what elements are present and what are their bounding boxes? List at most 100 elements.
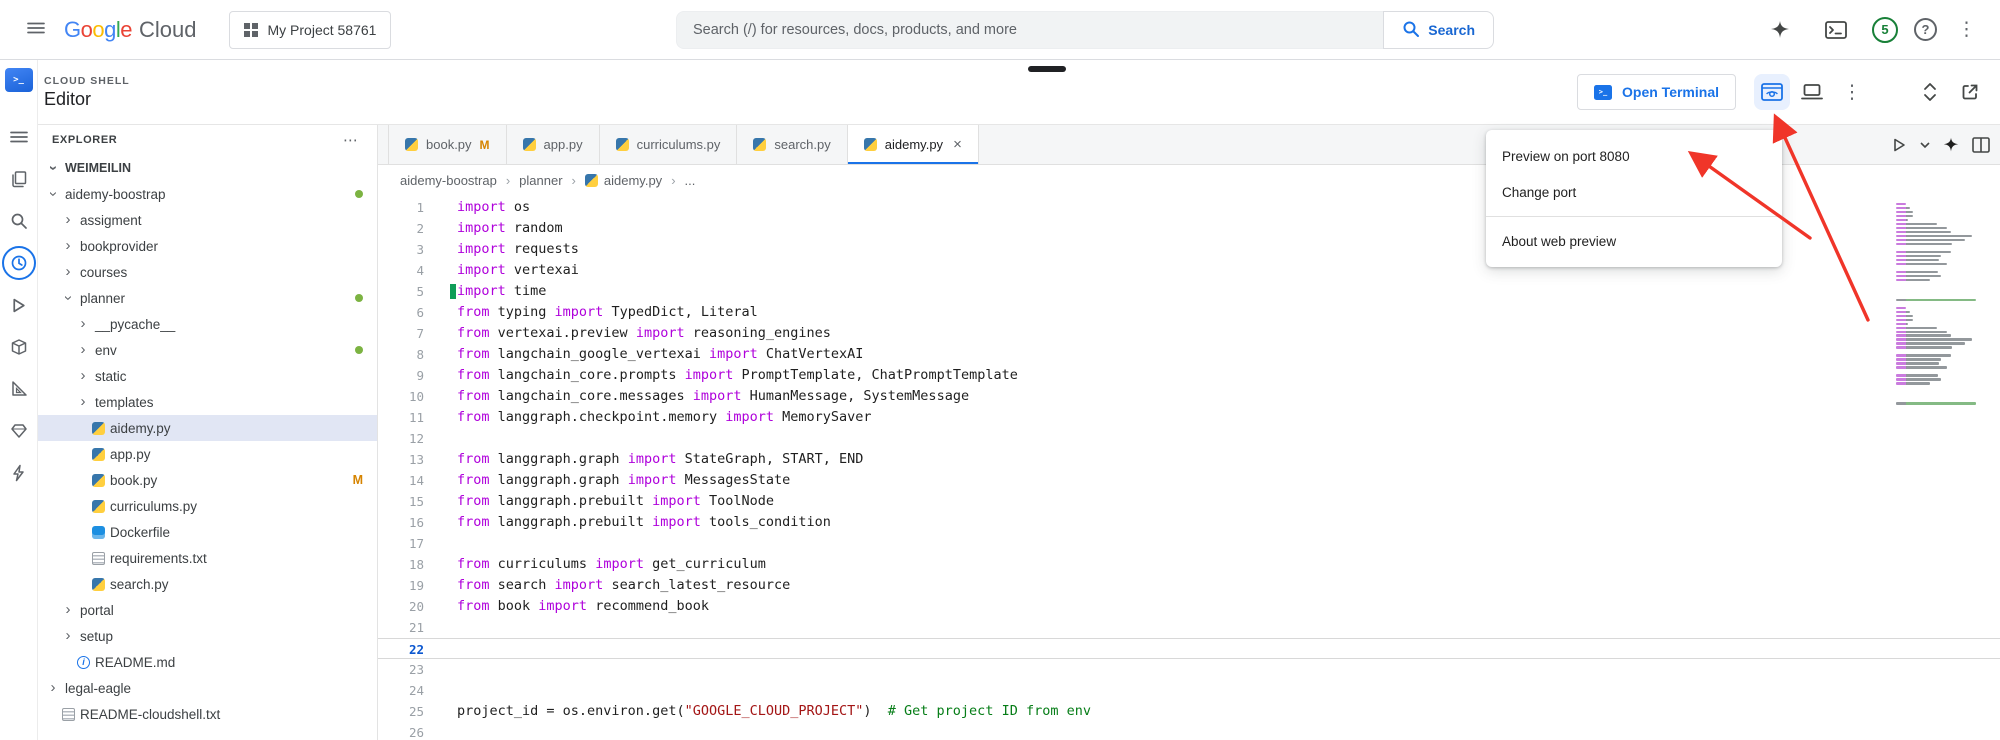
code-line-9[interactable]: 9from langchain_core.prompts import Prom… xyxy=(378,365,2000,386)
code-text: import os xyxy=(457,197,530,218)
code-line-8[interactable]: 8from langchain_google_vertexai import C… xyxy=(378,344,2000,365)
tree-file-requirements.txt[interactable]: requirements.txt xyxy=(38,545,377,571)
code-line-10[interactable]: 10from langchain_core.messages import Hu… xyxy=(378,386,2000,407)
split-editor-icon[interactable] xyxy=(1972,137,1990,153)
code-text: from langgraph.graph import MessagesStat… xyxy=(457,470,790,491)
tab-curriculums.py[interactable]: curriculums.py xyxy=(600,125,738,164)
code-line-21[interactable]: 21 xyxy=(378,617,2000,638)
help-button[interactable]: ? xyxy=(1914,18,1937,41)
python-icon xyxy=(92,578,105,591)
code-line-26[interactable]: 26 xyxy=(378,722,2000,740)
expand-collapse-button[interactable] xyxy=(1912,74,1948,110)
shell-title: Editor xyxy=(44,89,130,110)
main-menu-button[interactable] xyxy=(16,10,56,50)
minimap-line xyxy=(1896,402,1976,404)
shell-more-button[interactable]: ⋮ xyxy=(1834,74,1870,110)
devices-button[interactable] xyxy=(1794,74,1830,110)
tree-file-search.py[interactable]: search.py xyxy=(38,571,377,597)
search-input[interactable] xyxy=(676,11,1383,49)
code-line-6[interactable]: 6from typing import TypedDict, Literal xyxy=(378,302,2000,323)
tab-label: aidemy.py xyxy=(885,137,943,152)
close-icon[interactable]: × xyxy=(953,136,962,153)
breadcrumb-item[interactable]: ... xyxy=(685,173,696,188)
tree-folder-legal-eagle[interactable]: ›legal-eagle xyxy=(38,675,377,701)
open-in-new-window-button[interactable] xyxy=(1952,74,1988,110)
tree-folder-env[interactable]: ›env xyxy=(38,337,377,363)
code-line-24[interactable]: 24 xyxy=(378,680,2000,701)
code-text: from typing import TypedDict, Literal xyxy=(457,302,758,323)
tree-folder-bookprovider[interactable]: ›bookprovider xyxy=(38,233,377,259)
gemini-button[interactable] xyxy=(1760,10,1800,50)
code-line-25[interactable]: 25project_id = os.environ.get("GOOGLE_CL… xyxy=(378,701,2000,722)
code-line-20[interactable]: 20from book import recommend_book xyxy=(378,596,2000,617)
minimap-line xyxy=(1896,299,1976,301)
code-line-14[interactable]: 14from langgraph.graph import MessagesSt… xyxy=(378,470,2000,491)
tree-folder-courses[interactable]: ›courses xyxy=(38,259,377,285)
tree-folder-portal[interactable]: ›portal xyxy=(38,597,377,623)
package-icon[interactable] xyxy=(2,326,36,368)
tree-file-README-cloudshell.txt[interactable]: README-cloudshell.txt xyxy=(38,701,377,727)
code-line-13[interactable]: 13from langgraph.graph import StateGraph… xyxy=(378,449,2000,470)
breadcrumb-item[interactable]: aidemy.py xyxy=(585,173,662,188)
tree-folder-static[interactable]: ›static xyxy=(38,363,377,389)
resize-handle[interactable] xyxy=(1028,66,1066,72)
code-line-22[interactable]: 22 xyxy=(378,638,2000,659)
minimap-line xyxy=(1896,378,1941,380)
tree-folder-templates[interactable]: ›templates xyxy=(38,389,377,415)
code-line-18[interactable]: 18from curriculums import get_curriculum xyxy=(378,554,2000,575)
tab-search.py[interactable]: search.py xyxy=(737,125,847,164)
minimap-line xyxy=(1896,251,1951,253)
header-more-button[interactable]: ⋮ xyxy=(1953,18,1980,41)
code-line-19[interactable]: 19from search import search_latest_resou… xyxy=(378,575,2000,596)
code-line-16[interactable]: 16from langgraph.prebuilt import tools_c… xyxy=(378,512,2000,533)
tree-file-README.md[interactable]: iREADME.md xyxy=(38,649,377,675)
explorer-more-button[interactable]: ⋯ xyxy=(343,131,359,149)
tree-file-aidemy.py[interactable]: aidemy.py xyxy=(38,415,377,441)
code-line-23[interactable]: 23 xyxy=(378,659,2000,680)
project-selector[interactable]: My Project 58761 xyxy=(229,11,392,49)
menu-item-about-web-preview[interactable]: About web preview xyxy=(1486,223,1782,259)
tree-file-Dockerfile[interactable]: Dockerfile xyxy=(38,519,377,545)
run-button[interactable] xyxy=(1891,137,1907,153)
search-icon[interactable] xyxy=(2,200,36,242)
code-line-12[interactable]: 12 xyxy=(378,428,2000,449)
menu-item-change-port[interactable]: Change port xyxy=(1486,174,1782,210)
minimap[interactable] xyxy=(1896,203,1984,409)
tab-aidemy.py[interactable]: aidemy.py × xyxy=(848,125,979,164)
code-line-7[interactable]: 7from vertexai.preview import reasoning_… xyxy=(378,323,2000,344)
open-terminal-button[interactable]: >_ Open Terminal xyxy=(1577,74,1736,110)
breadcrumb-item[interactable]: planner xyxy=(519,173,562,188)
tab-app.py[interactable]: app.py xyxy=(507,125,600,164)
tree-file-app.py[interactable]: app.py xyxy=(38,441,377,467)
tree-folder-planner[interactable]: ›planner xyxy=(38,285,377,311)
workspace-root[interactable]: › WEIMEILIN xyxy=(38,155,377,181)
tree-folder-__pycache__[interactable]: ›__pycache__ xyxy=(38,311,377,337)
activate-cloud-shell-button[interactable] xyxy=(1816,10,1856,50)
history-icon[interactable] xyxy=(2,242,36,284)
code-line-15[interactable]: 15from langgraph.prebuilt import ToolNod… xyxy=(378,491,2000,512)
menu-icon[interactable] xyxy=(2,116,36,158)
minimap-line xyxy=(1896,259,1939,261)
tree-folder-assigment[interactable]: ›assigment xyxy=(38,207,377,233)
search-button[interactable]: Search xyxy=(1383,11,1494,49)
free-trial-credits-badge[interactable]: 5 xyxy=(1872,17,1898,43)
breadcrumb-item[interactable]: aidemy-boostrap xyxy=(400,173,497,188)
gem-icon[interactable] xyxy=(2,410,36,452)
tree-folder-aidemy-boostrap[interactable]: ›aidemy-boostrap xyxy=(38,181,377,207)
bolt-icon[interactable] xyxy=(2,452,36,494)
menu-item-preview-on-port-8080[interactable]: Preview on port 8080 xyxy=(1486,138,1782,174)
code-line-5[interactable]: 5import time xyxy=(378,281,2000,302)
tools-icon[interactable] xyxy=(2,368,36,410)
run-options-chevron[interactable] xyxy=(1920,141,1930,149)
web-preview-button[interactable] xyxy=(1754,74,1790,110)
tab-book.py[interactable]: book.pyM xyxy=(388,125,507,164)
gemini-code-assist-icon[interactable] xyxy=(1943,137,1959,153)
run-icon[interactable] xyxy=(2,284,36,326)
tree-file-curriculums.py[interactable]: curriculums.py xyxy=(38,493,377,519)
code-line-17[interactable]: 17 xyxy=(378,533,2000,554)
code-editor[interactable]: 1import os2import random3import requests… xyxy=(378,195,2000,740)
files-icon[interactable] xyxy=(2,158,36,200)
tree-folder-setup[interactable]: ›setup xyxy=(38,623,377,649)
code-line-11[interactable]: 11from langgraph.checkpoint.memory impor… xyxy=(378,407,2000,428)
tree-file-book.py[interactable]: book.pyM xyxy=(38,467,377,493)
